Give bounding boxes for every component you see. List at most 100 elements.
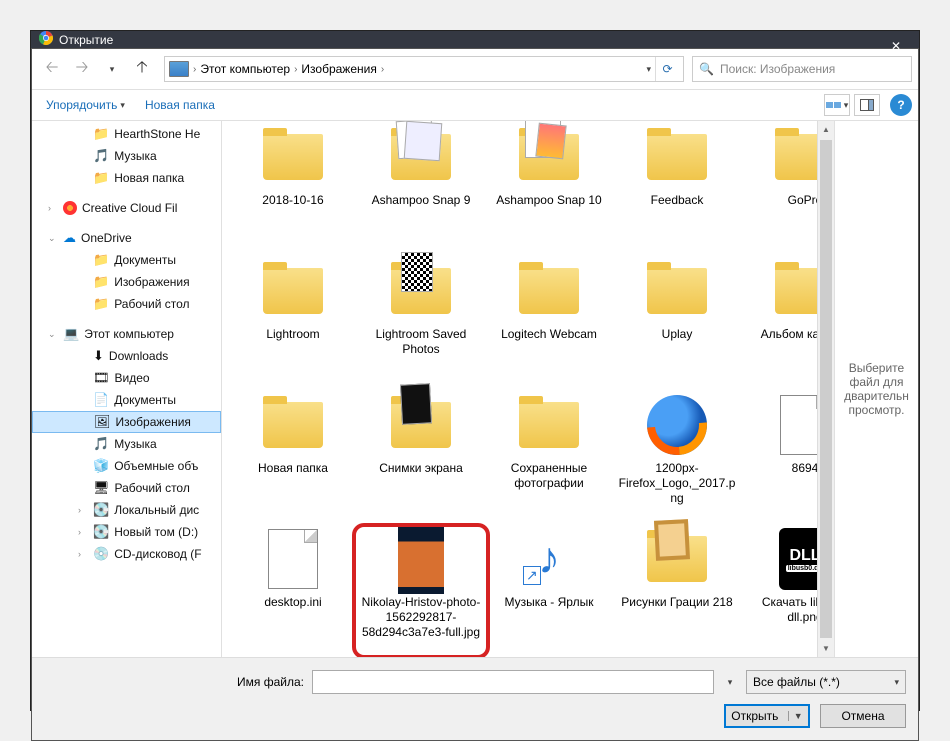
- tree-item[interactable]: 📁Рабочий стол: [32, 293, 221, 315]
- tree-item[interactable]: 📄Документы: [32, 389, 221, 411]
- vid-icon: 🎞: [93, 370, 110, 386]
- tree-item-label: Creative Cloud Fil: [82, 201, 177, 215]
- up-button[interactable]: 🡡: [128, 55, 156, 83]
- computer-icon: [169, 61, 189, 77]
- dialog-body: 🡠 🡢 ▾ 🡡 › Этот компьютер › Изображения ›…: [31, 48, 919, 741]
- caret-icon: ⌄: [48, 233, 58, 244]
- address-bar: 🡠 🡢 ▾ 🡡 › Этот компьютер › Изображения ›…: [32, 49, 918, 89]
- folder-item[interactable]: Новая папка: [230, 393, 356, 523]
- folder-icon: [773, 125, 817, 189]
- tree-item[interactable]: 🎞 Видео: [32, 367, 221, 389]
- cc-icon: [63, 201, 77, 215]
- filename-dropdown[interactable]: ▾: [722, 677, 738, 688]
- caret-icon: ›: [48, 203, 58, 213]
- folder-item[interactable]: Сохраненные фотографии: [486, 393, 612, 523]
- file-item[interactable]: 1200px-Firefox_Logo,_2017.png: [614, 393, 740, 523]
- tree-item[interactable]: ⌄💻Этот компьютер: [32, 323, 221, 345]
- tree-item[interactable]: 🧊Объемные объ: [32, 455, 221, 477]
- tree-item[interactable]: ›💿CD-дисковод (F: [32, 543, 221, 565]
- tree-item[interactable]: ⌄☁OneDrive: [32, 227, 221, 249]
- filename-input[interactable]: [312, 670, 714, 694]
- tree-item[interactable]: › Creative Cloud Fil: [32, 197, 221, 219]
- folder-icon: [645, 527, 709, 591]
- breadcrumb-item[interactable]: Этот компьютер: [200, 62, 290, 76]
- tree-item[interactable]: 🖥Рабочий стол: [32, 477, 221, 499]
- folder-icon: [645, 125, 709, 189]
- tree-item[interactable]: 📁Новая папка: [32, 167, 221, 189]
- tree-item-label: Музыка: [114, 149, 156, 163]
- folder-item[interactable]: Альбом камеры: [742, 259, 817, 389]
- search-icon: 🔍: [699, 62, 714, 76]
- refresh-button[interactable]: ⟳: [655, 57, 679, 81]
- image-icon: [389, 527, 453, 591]
- file-item[interactable]: Nikolay-Hristov-photo-1562292817-58d294c…: [358, 527, 484, 657]
- toolbar: Упорядочить▾ Новая папка ▾ ?: [32, 90, 918, 120]
- close-button[interactable]: ✕: [873, 31, 919, 61]
- shortcut-icon: ♪↗: [517, 527, 581, 591]
- tree-item-label: Новый том (D:): [114, 525, 198, 539]
- breadcrumb[interactable]: › Этот компьютер › Изображения › ▾ ⟳: [164, 56, 684, 82]
- folder-item[interactable]: Lightroom Saved Photos: [358, 259, 484, 389]
- navigation-tree[interactable]: 📁HearthStone Не🎵Музыка📁Новая папка›Creat…: [32, 121, 222, 657]
- tree-item[interactable]: 🎵Музыка: [32, 433, 221, 455]
- folder-item[interactable]: Ashampoo Snap 10: [486, 125, 612, 255]
- new-folder-button[interactable]: Новая папка: [137, 96, 223, 114]
- item-label: Сохраненные фотографии: [489, 461, 609, 491]
- window-title: Открытие: [59, 33, 113, 47]
- chrome-icon: [39, 31, 53, 48]
- folder-item[interactable]: Lightroom: [230, 259, 356, 389]
- filename-label: Имя файла:: [44, 675, 304, 689]
- breadcrumb-history-dropdown[interactable]: ▾: [646, 64, 651, 75]
- folder-item[interactable]: Ashampoo Snap 9: [358, 125, 484, 255]
- tree-item[interactable]: ›💽Локальный дис: [32, 499, 221, 521]
- item-label: 1200px-Firefox_Logo,_2017.png: [617, 461, 737, 506]
- file-grid[interactable]: 2018-10-16Ashampoo Snap 9Ashampoo Snap 1…: [222, 121, 817, 657]
- tree-item-label: OneDrive: [81, 231, 132, 245]
- folder-item[interactable]: Рисунки Грации 218: [614, 527, 740, 657]
- tree-item[interactable]: 📁HearthStone Не: [32, 123, 221, 145]
- file-item[interactable]: desktop.ini: [230, 527, 356, 657]
- folder-item[interactable]: Logitech Webcam: [486, 259, 612, 389]
- caret-icon: ›: [78, 549, 88, 559]
- recent-dropdown[interactable]: ▾: [98, 55, 126, 83]
- tree-item[interactable]: 📁Документы: [32, 249, 221, 271]
- search-placeholder: Поиск: Изображения: [720, 62, 835, 76]
- tree-item[interactable]: ⬇Downloads: [32, 345, 221, 367]
- file-type-filter[interactable]: Все файлы (*.*)▾: [746, 670, 906, 694]
- breadcrumb-item[interactable]: Изображения: [301, 62, 376, 76]
- tree-item[interactable]: 🎵Музыка: [32, 145, 221, 167]
- file-item[interactable]: ♪↗Музыка - Ярлык: [486, 527, 612, 657]
- file-item[interactable]: DLLlibusb0.dllСкачать libusb0 dll.png: [742, 527, 817, 657]
- tree-item[interactable]: ›💽Новый том (D:): [32, 521, 221, 543]
- preview-pane: Выберите файл для дварительн просмотр.: [834, 121, 918, 657]
- folder-icon: [389, 125, 453, 189]
- scroll-up-button[interactable]: ▲: [818, 121, 834, 138]
- file-item[interactable]: 8694: [742, 393, 817, 523]
- back-button[interactable]: 🡠: [38, 55, 66, 83]
- view-options-button[interactable]: ▾: [824, 94, 850, 116]
- title-bar[interactable]: Открытие ✕: [31, 31, 919, 48]
- tree-item-label: Документы: [114, 253, 176, 267]
- tree-item[interactable]: 📁Изображения: [32, 271, 221, 293]
- organize-button[interactable]: Упорядочить▾: [38, 96, 133, 114]
- cancel-button[interactable]: Отмена: [820, 704, 906, 728]
- folder-item[interactable]: Feedback: [614, 125, 740, 255]
- doc-icon: 📄: [93, 392, 109, 408]
- tree-item-label: Видео: [115, 371, 150, 385]
- chevron-right-icon: ›: [381, 64, 384, 75]
- folder-item[interactable]: Снимки экрана: [358, 393, 484, 523]
- item-label: Uplay: [662, 327, 693, 342]
- help-button[interactable]: ?: [890, 94, 912, 116]
- preview-pane-toggle[interactable]: [854, 94, 880, 116]
- vertical-scrollbar[interactable]: ▲ ▼: [817, 121, 834, 657]
- scroll-down-button[interactable]: ▼: [818, 640, 834, 657]
- tree-item-label: Объемные объ: [114, 459, 198, 473]
- scroll-thumb[interactable]: [820, 140, 832, 638]
- folder-item[interactable]: Uplay: [614, 259, 740, 389]
- folder-icon: [517, 259, 581, 323]
- tree-item[interactable]: 🖼Изображения: [32, 411, 221, 433]
- folder-item[interactable]: GoPro: [742, 125, 817, 255]
- hd-icon: 💽: [93, 502, 109, 518]
- folder-item[interactable]: 2018-10-16: [230, 125, 356, 255]
- open-button[interactable]: Открыть ▼: [724, 704, 810, 728]
